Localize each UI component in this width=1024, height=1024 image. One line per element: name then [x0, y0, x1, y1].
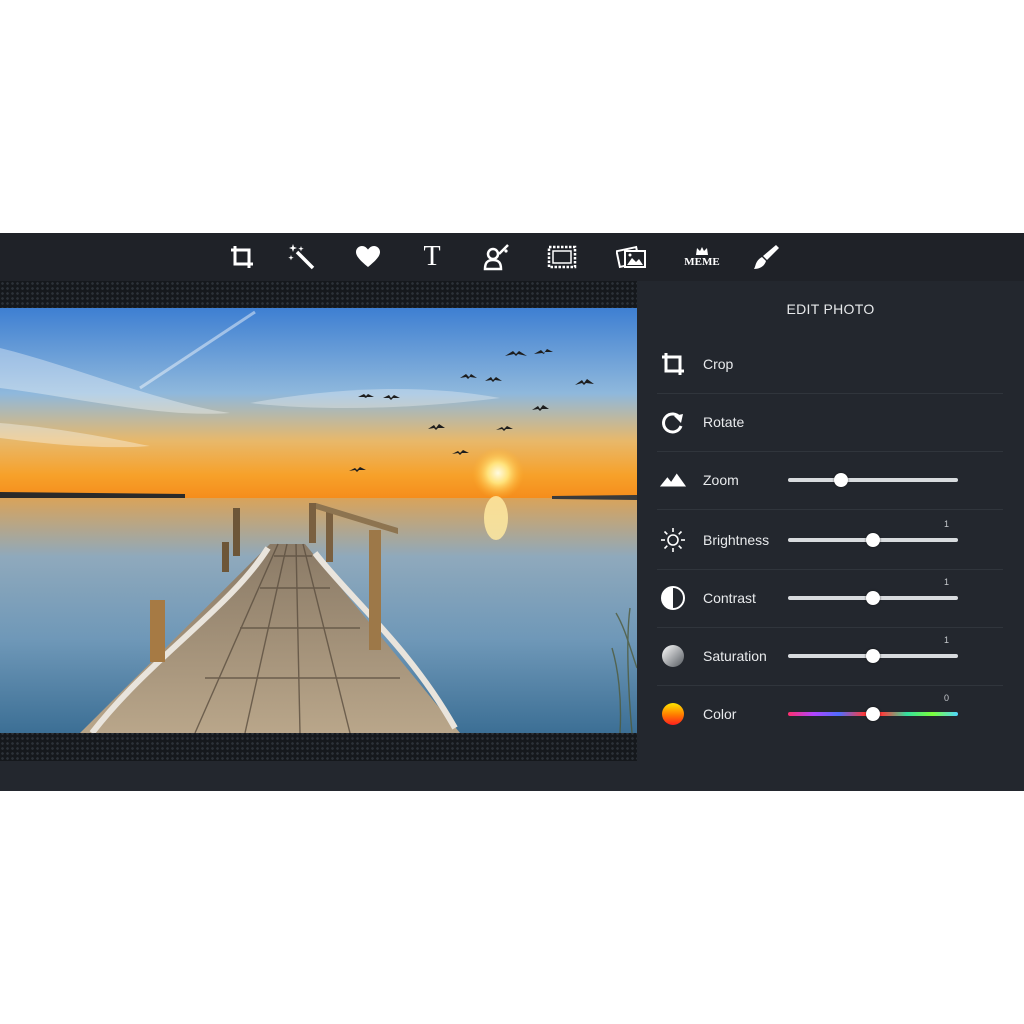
zoom-slider[interactable]: [788, 473, 958, 487]
saturation-value: 1: [944, 635, 950, 645]
draw-tool-button[interactable]: [480, 241, 512, 273]
brush-icon: [754, 245, 779, 269]
portrait-brush-icon: [483, 244, 509, 271]
sticker-tool-button[interactable]: [352, 241, 384, 273]
rotate-icon: [659, 408, 687, 436]
text-tool-button[interactable]: T: [416, 241, 448, 273]
crown-icon: [695, 247, 708, 255]
crop-icon: [231, 246, 253, 268]
panel-title: EDIT PHOTO: [786, 301, 875, 317]
top-toolbar: T MEME: [0, 233, 1024, 281]
rotate-option[interactable]: Rotate: [657, 393, 1003, 452]
crop-option[interactable]: Crop: [657, 335, 1003, 394]
brightness-slider[interactable]: 1: [788, 519, 958, 547]
magic-wand-tool-button[interactable]: [286, 241, 318, 273]
contrast-icon: [659, 584, 687, 612]
saturation-slider-knob[interactable]: [866, 649, 880, 663]
color-value: 0: [944, 693, 950, 703]
meme-icon: MEME: [684, 246, 720, 268]
color-gradient-icon: [659, 700, 687, 728]
saturation-slider[interactable]: 1: [788, 635, 958, 663]
zoom-option[interactable]: Zoom: [657, 451, 1003, 510]
color-option[interactable]: Color 0: [657, 685, 1003, 743]
photo-editor-app: T MEME EDIT PHOTO Crop Rotate Zoom Brigh…: [0, 233, 1024, 791]
zoom-label: Zoom: [703, 472, 739, 488]
contrast-slider[interactable]: 1: [788, 577, 958, 605]
color-label: Color: [703, 706, 737, 722]
sunset-pier-photo: [0, 308, 637, 733]
brightness-slider-knob[interactable]: [866, 533, 880, 547]
saturation-icon: [659, 642, 687, 670]
brush-tool-button[interactable]: [750, 241, 782, 273]
frame-icon: [547, 245, 577, 269]
contrast-slider-knob[interactable]: [866, 591, 880, 605]
rotate-label: Rotate: [703, 414, 745, 430]
crop-icon: [659, 350, 687, 378]
zoom-slider-knob[interactable]: [833, 473, 848, 487]
heart-icon: [356, 246, 380, 267]
photo-tool-button[interactable]: [616, 241, 648, 273]
frame-tool-button[interactable]: [546, 241, 578, 273]
contrast-option[interactable]: Contrast 1: [657, 569, 1003, 628]
brightness-value: 1: [944, 519, 950, 529]
sun-icon: [659, 526, 687, 554]
crop-label: Crop: [703, 356, 734, 372]
crop-tool-button[interactable]: [226, 241, 258, 273]
saturation-label: Saturation: [703, 648, 767, 664]
contrast-value: 1: [944, 577, 950, 587]
magic-wand-icon: [288, 244, 315, 270]
photo-preview[interactable]: [0, 308, 637, 733]
meme-label: MEME: [684, 256, 720, 268]
meme-tool-button[interactable]: MEME: [684, 241, 720, 273]
saturation-option[interactable]: Saturation 1: [657, 627, 1003, 686]
mountains-icon: [659, 466, 687, 494]
edit-photo-panel: EDIT PHOTO Crop Rotate Zoom Brightness 1…: [637, 281, 1024, 791]
color-slider[interactable]: 0: [788, 693, 958, 721]
brightness-label: Brightness: [703, 532, 770, 548]
text-icon: T: [423, 241, 441, 272]
photos-icon: [616, 245, 646, 269]
color-slider-knob[interactable]: [866, 707, 880, 721]
photo-canvas: [0, 281, 637, 761]
brightness-option[interactable]: Brightness 1: [657, 511, 1003, 570]
contrast-label: Contrast: [703, 590, 756, 606]
